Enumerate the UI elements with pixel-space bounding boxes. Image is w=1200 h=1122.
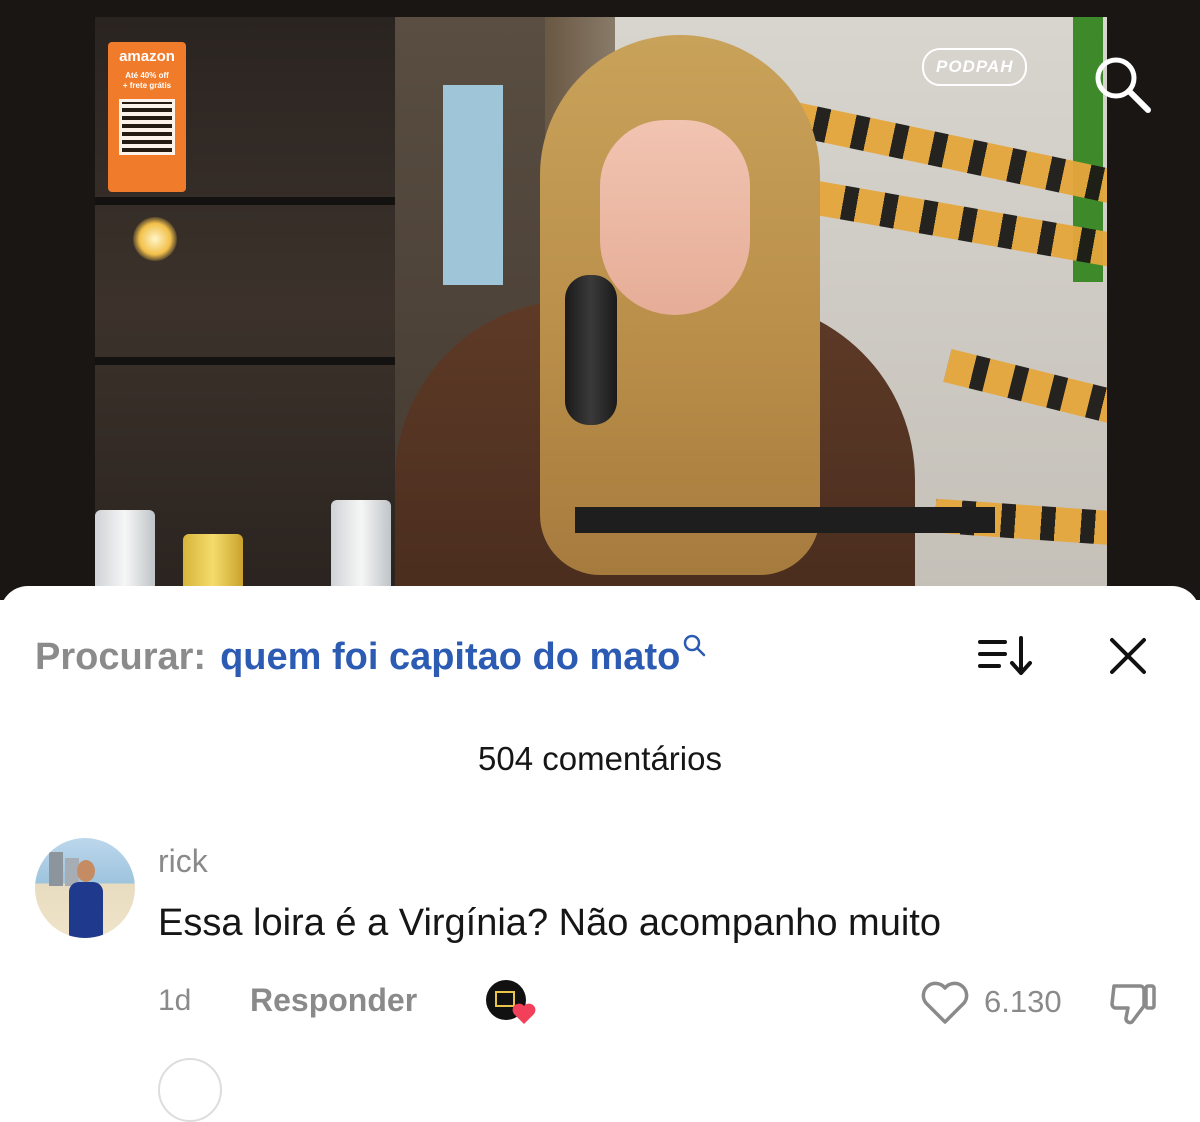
avatar-detail [69, 882, 103, 938]
lamp-light [133, 217, 177, 261]
search-query-link[interactable]: quem foi capitao do mato [220, 636, 680, 679]
promo-note: Até 40% off + frete grátis [122, 71, 172, 90]
search-icon [684, 634, 706, 657]
sort-icon[interactable] [975, 632, 1035, 680]
drink-can [331, 500, 391, 600]
video-player[interactable]: amazon Até 40% off + frete grátis PODPAH [0, 0, 1200, 600]
like-count: 6.130 [984, 984, 1062, 1019]
comment-search-bar[interactable]: Procurar: quem foi capitao do mato [35, 632, 706, 682]
qr-code-icon [119, 99, 175, 155]
amazon-promo-card: amazon Até 40% off + frete grátis [108, 42, 186, 192]
podpah-logo: PODPAH [922, 48, 1028, 86]
video-frame: amazon Até 40% off + frete grátis [95, 17, 1107, 600]
reply-button[interactable]: Responder [250, 982, 417, 1019]
heart-icon[interactable] [920, 980, 970, 1026]
avatar[interactable] [35, 838, 135, 938]
microphone-arm [575, 507, 995, 533]
comments-count: 504 comentários [478, 740, 722, 777]
comment-text: Essa loira é a Virgínia? Não acompanho m… [158, 902, 941, 944]
shelf-board [95, 357, 395, 365]
comment-timestamp: 1d [158, 984, 192, 1017]
search-icon[interactable] [1090, 52, 1154, 116]
guest-face [600, 120, 750, 315]
shelf-board [95, 197, 395, 205]
close-icon[interactable] [1104, 632, 1152, 680]
creator-liked-badge-icon [486, 980, 536, 1024]
microphone [565, 275, 617, 425]
search-prefix-label: Procurar: [35, 635, 207, 678]
avatar-detail [49, 852, 63, 886]
promo-brand: amazon [119, 48, 175, 65]
avatar-detail [77, 860, 95, 882]
thumbs-down-icon[interactable] [1108, 980, 1158, 1026]
avatar[interactable] [158, 1058, 222, 1122]
caution-tape [943, 348, 1107, 424]
comment-username[interactable]: rick [158, 843, 208, 880]
